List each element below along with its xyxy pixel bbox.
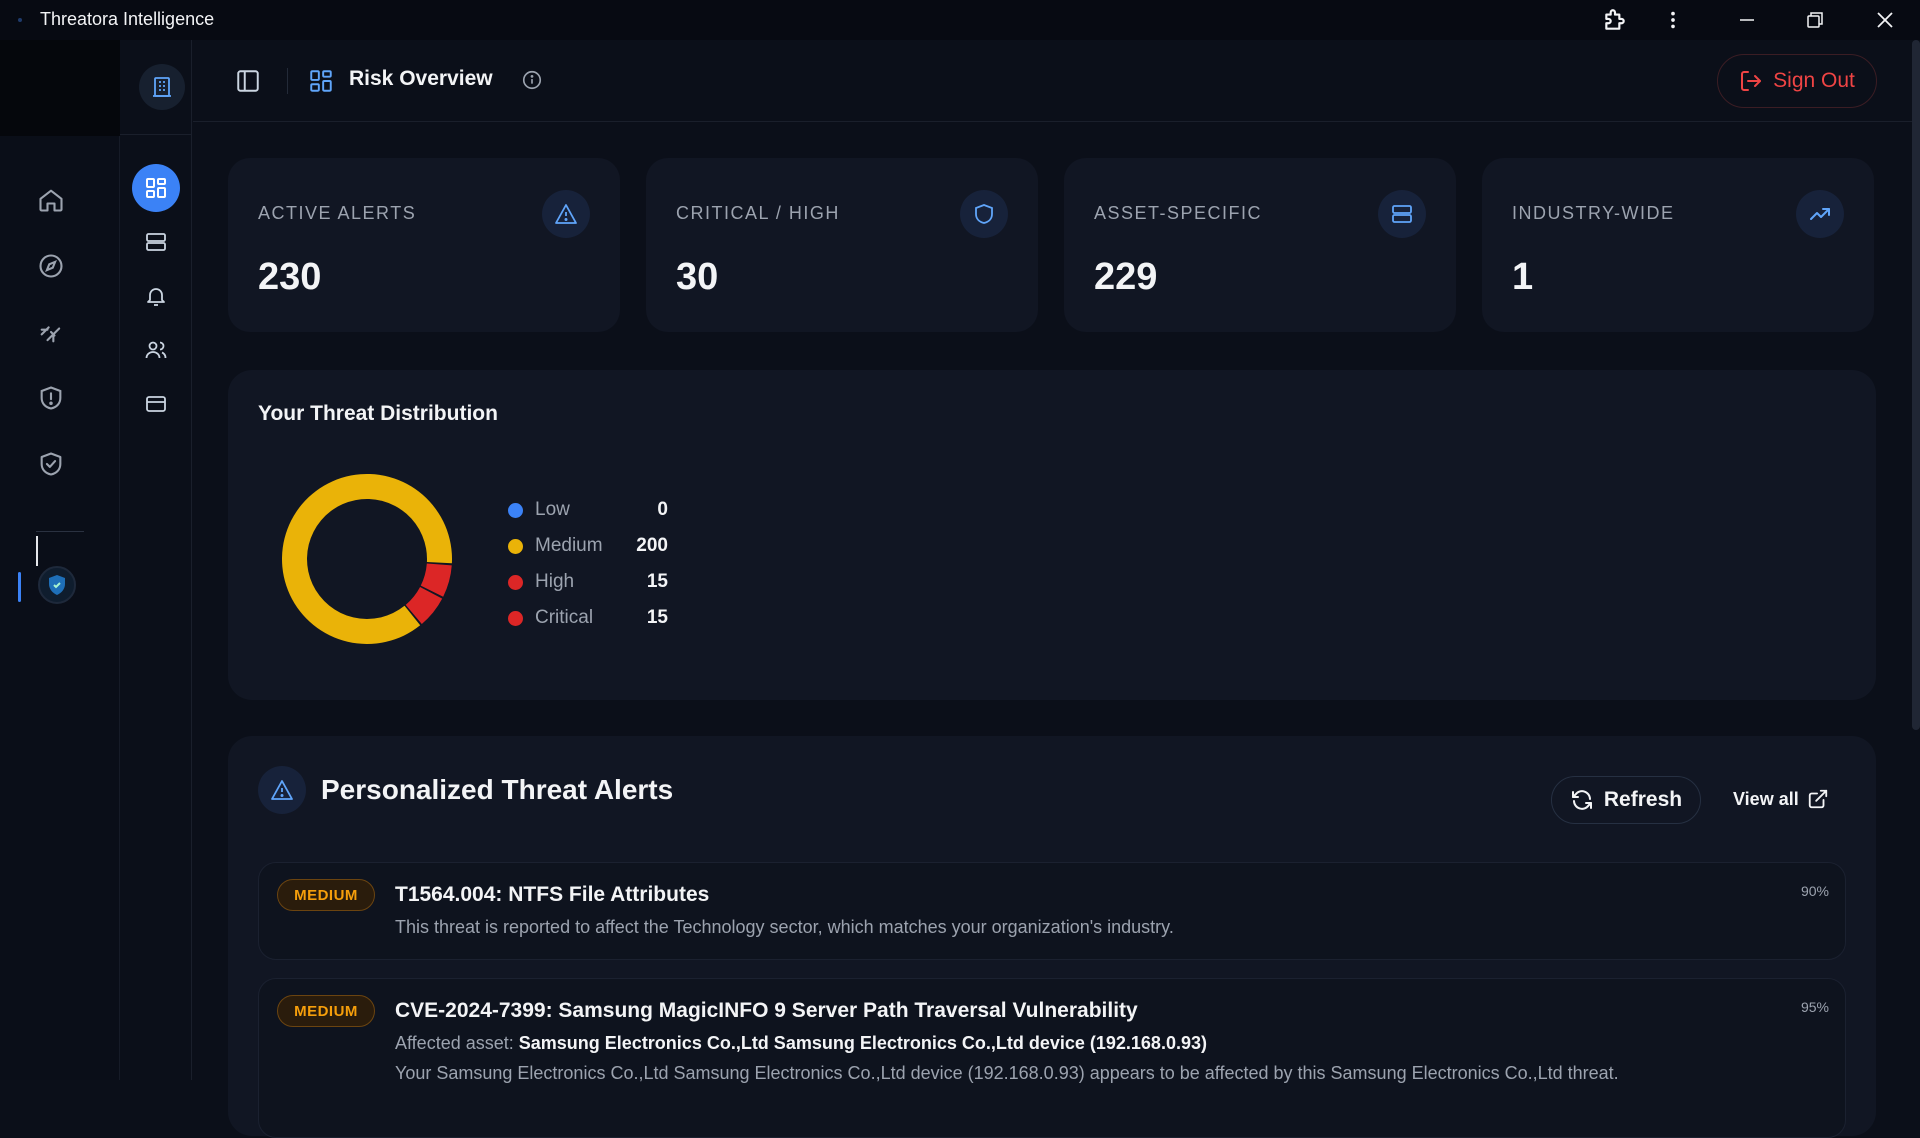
legend-item-low: Low 0 [508, 494, 668, 530]
shield-check-icon[interactable] [34, 447, 68, 481]
shield-alert-icon[interactable] [34, 381, 68, 415]
legend-label: High [535, 571, 575, 592]
legend-item-critical: Critical 15 [508, 602, 668, 638]
alert-item[interactable]: MEDIUM T1564.004: NTFS File Attributes T… [258, 862, 1846, 960]
layout-grid-icon [308, 68, 334, 94]
affected-asset-line: Affected asset: Samsung Electronics Co.,… [395, 1033, 1207, 1054]
stat-value: 30 [676, 256, 719, 298]
server-icon [1378, 190, 1426, 238]
affected-asset-value: Samsung Electronics Co.,Ltd Samsung Elec… [518, 1033, 1207, 1053]
header-divider [287, 68, 288, 94]
legend-value: 200 [636, 535, 668, 556]
section-sidebar [120, 40, 192, 1080]
alert-triangle-icon [542, 190, 590, 238]
close-icon[interactable] [1860, 0, 1910, 40]
alert-description: Your Samsung Electronics Co.,Ltd Samsung… [395, 1063, 1619, 1083]
window-title: Threatora Intelligence [40, 9, 215, 29]
restore-icon[interactable] [1790, 0, 1840, 40]
confidence-score: 95% [1800, 999, 1829, 1015]
page-scrollbar[interactable] [1912, 40, 1920, 730]
stat-card-critical-high: CRITICAL / HIGH 30 [646, 158, 1038, 332]
legend-value: 15 [646, 571, 668, 592]
alert-title: CVE-2024-7399: Samsung MagicINFO 9 Serve… [395, 999, 1138, 1022]
credit-card-icon[interactable] [132, 380, 180, 428]
legend-label: Medium [535, 535, 603, 556]
alerts-title: Personalized Threat Alerts [321, 774, 674, 805]
legend-dot [508, 539, 523, 554]
legend-item-high: High 15 [508, 566, 668, 602]
stat-value: 230 [258, 256, 322, 298]
minimize-icon[interactable] [1722, 0, 1772, 40]
app-rail [0, 40, 120, 1080]
log-out-icon [1741, 71, 1762, 91]
distribution-legend: Low 0 Medium 200 High 15 Critical 15 [508, 494, 668, 638]
legend-dot [508, 503, 523, 518]
sign-out-label: Sign Out [1773, 69, 1855, 92]
distribution-title: Your Threat Distribution [258, 402, 498, 425]
bell-icon[interactable] [132, 272, 180, 320]
title-bar: Threatora Intelligence [0, 0, 1920, 40]
stat-label: CRITICAL / HIGH [676, 203, 840, 223]
legend-label: Low [535, 499, 570, 520]
threat-distribution-panel: Your Threat Distribution Low 0 Medium 20… [228, 370, 1876, 700]
page-title: Risk Overview [349, 67, 493, 90]
alert-triangle-icon [258, 766, 306, 814]
refresh-button[interactable]: Refresh [1551, 776, 1701, 824]
organization-icon[interactable] [139, 64, 185, 110]
legend-value: 0 [657, 499, 668, 520]
sign-out-button[interactable]: Sign Out [1717, 54, 1877, 108]
more-options-icon[interactable] [1648, 0, 1698, 40]
alert-item[interactable]: MEDIUM CVE-2024-7399: Samsung MagicINFO … [258, 978, 1846, 1138]
threatora-logo-icon[interactable] [38, 566, 76, 604]
shield-icon [960, 190, 1008, 238]
external-link-icon [1808, 789, 1827, 809]
stat-label: INDUSTRY-WIDE [1512, 203, 1675, 223]
stat-card-asset-specific: ASSET-SPECIFIC 229 [1064, 158, 1456, 332]
sidebar-toggle-icon[interactable] [235, 68, 261, 94]
affected-asset-label: Affected asset: [395, 1033, 514, 1053]
view-all-label: View all [1733, 788, 1799, 809]
active-indicator [18, 572, 21, 602]
trending-up-icon [1796, 190, 1844, 238]
page-header: Risk Overview Sign Out [193, 40, 1913, 122]
stat-value: 229 [1094, 256, 1158, 298]
refresh-label: Refresh [1603, 788, 1683, 811]
app-icon [18, 18, 22, 22]
rail-divider [36, 531, 84, 532]
info-icon[interactable] [521, 69, 545, 93]
rail-header [0, 40, 120, 136]
stat-label: ASSET-SPECIFIC [1094, 203, 1263, 223]
stat-card-industry-wide: INDUSTRY-WIDE 1 [1482, 158, 1874, 332]
legend-item-medium: Medium 200 [508, 530, 668, 566]
compass-icon[interactable] [34, 249, 68, 283]
extensions-icon[interactable] [1590, 0, 1640, 40]
alert-title: T1564.004: NTFS File Attributes [395, 883, 710, 906]
text-cursor [36, 536, 38, 566]
sidebar-divider [120, 134, 192, 135]
refresh-icon [1571, 790, 1592, 810]
stat-card-active-alerts: ACTIVE ALERTS 230 [228, 158, 620, 332]
threat-donut-chart [282, 474, 452, 644]
alert-description: This threat is reported to affect the Te… [395, 917, 1174, 937]
server-icon[interactable] [132, 218, 180, 266]
legend-label: Critical [535, 607, 594, 628]
legend-dot [508, 611, 523, 626]
severity-badge: MEDIUM [277, 879, 375, 911]
severity-badge: MEDIUM [277, 995, 375, 1027]
threat-alerts-panel: Personalized Threat Alerts Refresh View … [228, 736, 1876, 1138]
stat-value: 1 [1512, 256, 1534, 298]
users-icon[interactable] [132, 326, 180, 374]
satellite-icon[interactable] [34, 315, 68, 349]
dashboard-icon[interactable] [132, 164, 180, 212]
legend-dot [508, 575, 523, 590]
stat-label: ACTIVE ALERTS [258, 203, 417, 223]
home-icon[interactable] [34, 183, 68, 217]
legend-value: 15 [646, 607, 668, 628]
confidence-score: 90% [1800, 883, 1829, 899]
view-all-link[interactable]: View all [1733, 788, 1829, 810]
